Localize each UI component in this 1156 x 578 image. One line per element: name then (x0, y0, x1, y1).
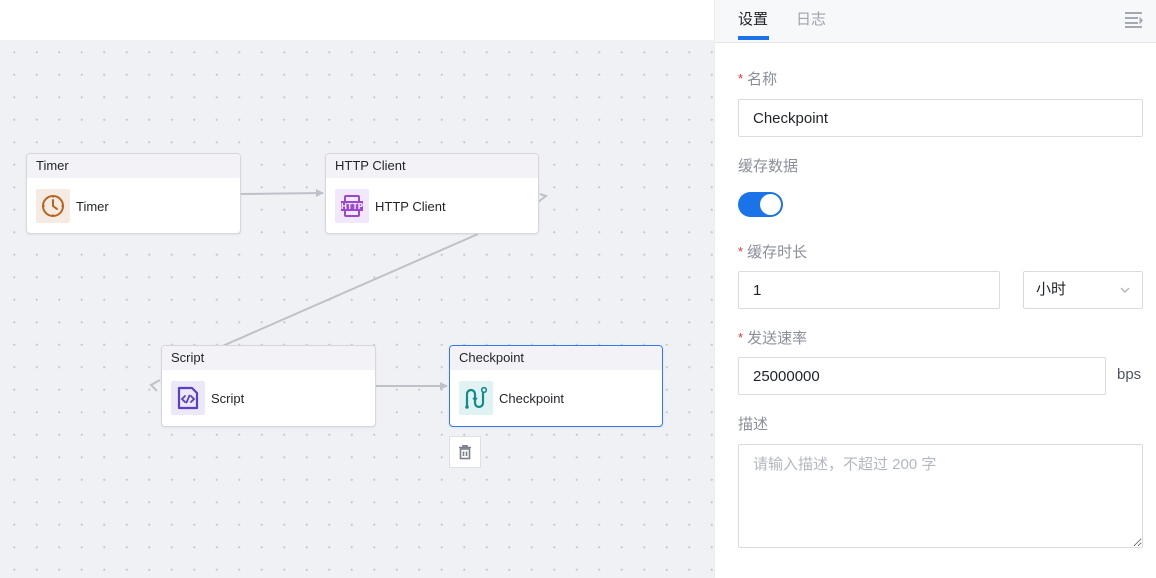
name-label: * 名称 (738, 71, 777, 89)
node-title: Script (162, 346, 375, 370)
trash-icon (459, 445, 471, 460)
node-label: HTTP Client (375, 198, 446, 214)
node-timer[interactable]: Timer Timer (26, 153, 241, 234)
http-icon: HTTP (335, 189, 369, 223)
required-mark: * (738, 330, 744, 345)
canvas-toolbar (0, 0, 714, 40)
cache-duration-unit-select[interactable]: 小时 (1023, 271, 1143, 309)
toggle-knob (760, 194, 781, 215)
node-label: Script (211, 390, 245, 406)
send-rate-input[interactable] (738, 357, 1106, 395)
flow-canvas[interactable] (0, 40, 714, 578)
tab-settings[interactable]: 设置 (738, 11, 768, 29)
cache-duration-input[interactable] (738, 271, 1000, 309)
description-label: 描述 (738, 416, 769, 433)
code-file-icon (171, 381, 205, 415)
svg-text:HTTP: HTTP (341, 202, 364, 211)
description-textarea[interactable] (738, 444, 1143, 548)
selected-unit: 小时 (1036, 281, 1067, 298)
node-script[interactable]: Script Script (161, 345, 376, 427)
node-title: Checkpoint (450, 346, 662, 370)
chevron-down-icon (1120, 287, 1130, 293)
required-mark: * (738, 244, 744, 259)
clock-icon (36, 189, 70, 223)
node-title: Timer (27, 154, 240, 178)
send-rate-label-text: 发送速率 (747, 330, 808, 347)
node-title: HTTP Client (326, 154, 538, 178)
delete-node-button[interactable] (449, 436, 481, 468)
node-label: Checkpoint (499, 390, 565, 406)
collapse-panel-icon[interactable] (1124, 10, 1144, 28)
app-root: Timer Timer HTTP Client HTTP HTTP Client… (0, 0, 1156, 578)
tab-logs[interactable]: 日志 (796, 11, 826, 29)
cache-duration-label-text: 缓存时长 (747, 244, 808, 261)
cache-data-toggle[interactable] (738, 192, 783, 217)
settings-panel: 设置 日志 *名称 缓存数据 *缓存时长 小时 *发送速率 bps 描述 (714, 0, 1156, 578)
send-rate-label: * 发送速率 (738, 330, 807, 348)
route-icon (459, 381, 493, 415)
node-http-client[interactable]: HTTP Client HTTP HTTP Client (325, 153, 539, 234)
send-rate-unit: bps (1117, 366, 1142, 383)
name-input[interactable] (738, 99, 1143, 137)
required-mark: * (738, 71, 744, 86)
active-tab-indicator (738, 36, 769, 40)
panel-tabs: 设置 日志 (715, 0, 1156, 43)
node-checkpoint[interactable]: Checkpoint Checkpoint (449, 345, 663, 427)
cache-data-label: 缓存数据 (738, 158, 799, 175)
cache-duration-label: * 缓存时长 (738, 244, 807, 262)
node-label: Timer (76, 198, 109, 214)
name-label-text: 名称 (747, 71, 778, 88)
